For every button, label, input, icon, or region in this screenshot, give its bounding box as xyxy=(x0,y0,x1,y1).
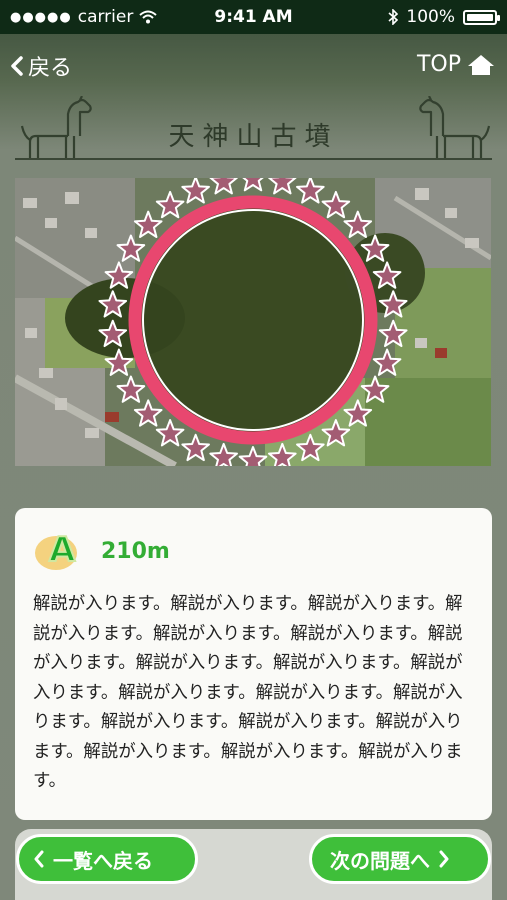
star-ring xyxy=(98,178,408,466)
aerial-photo xyxy=(15,178,491,466)
card-header: A 210m xyxy=(33,526,476,576)
star-icon xyxy=(155,190,185,219)
grade-badge: A xyxy=(33,526,93,576)
battery-percent: 100% xyxy=(406,7,455,27)
star-icon xyxy=(378,290,408,318)
star-icon xyxy=(116,234,146,262)
status-right: 100% xyxy=(388,7,500,27)
star-icon xyxy=(296,433,325,462)
star-icon xyxy=(209,442,238,466)
header-divider xyxy=(15,158,492,160)
star-icon xyxy=(98,319,128,348)
back-button-label: 戻る xyxy=(28,56,73,81)
back-to-list-label: 一覧へ戻る xyxy=(53,848,153,873)
distance-value: 210m xyxy=(101,538,170,564)
battery-icon xyxy=(463,9,500,25)
back-button[interactable]: 戻る xyxy=(10,50,72,82)
star-icon xyxy=(104,261,134,289)
star-icon xyxy=(133,210,163,238)
star-icon xyxy=(343,399,373,427)
star-icon xyxy=(372,348,402,376)
highlight-ring-inner xyxy=(142,209,364,431)
star-icon xyxy=(116,375,146,403)
star-icon xyxy=(296,178,325,204)
chevron-left-icon xyxy=(11,56,23,76)
next-question-label: 次の問題へ xyxy=(330,848,430,873)
description-card: A 210m 解説が入ります。解説が入ります。解説が入ります。解説が入ります。解… xyxy=(15,508,492,820)
star-icon xyxy=(104,348,134,376)
star-icon xyxy=(238,446,268,466)
status-bar: ●●●●● carrier 9:41 AM 100% xyxy=(0,0,507,34)
star-icon xyxy=(321,190,351,219)
chevron-right-icon xyxy=(439,850,449,868)
star-icon xyxy=(360,234,390,262)
top-button-label: TOP xyxy=(416,52,461,77)
star-icon xyxy=(242,178,264,192)
description-text: 解説が入ります。解説が入ります。解説が入ります。解説が入ります。解説が入ります。… xyxy=(33,594,463,791)
horse-icon xyxy=(419,96,491,160)
star-icon xyxy=(98,290,128,318)
star-icon xyxy=(209,178,238,195)
bluetooth-icon xyxy=(388,9,399,25)
star-icon xyxy=(360,375,390,403)
highlight-ring xyxy=(128,195,378,445)
star-icon xyxy=(181,178,210,204)
star-icon xyxy=(343,210,373,238)
star-icon xyxy=(372,261,402,289)
next-question-button[interactable]: 次の問題へ xyxy=(309,834,491,884)
star-icon xyxy=(155,419,185,447)
star-icon xyxy=(133,399,163,427)
chevron-left-icon xyxy=(34,850,44,868)
star-icon xyxy=(378,319,408,348)
star-icon xyxy=(268,442,297,466)
header-banner: 天神山古墳 xyxy=(0,92,507,164)
top-button[interactable]: TOP xyxy=(417,52,495,77)
grade-letter: A xyxy=(48,529,76,571)
star-icon xyxy=(181,433,210,462)
back-to-list-button[interactable]: 一覧へ戻る xyxy=(16,834,198,884)
home-icon xyxy=(468,54,494,75)
star-icon xyxy=(268,178,297,195)
navbar: 戻る TOP xyxy=(0,34,507,94)
star-icon xyxy=(321,419,351,447)
